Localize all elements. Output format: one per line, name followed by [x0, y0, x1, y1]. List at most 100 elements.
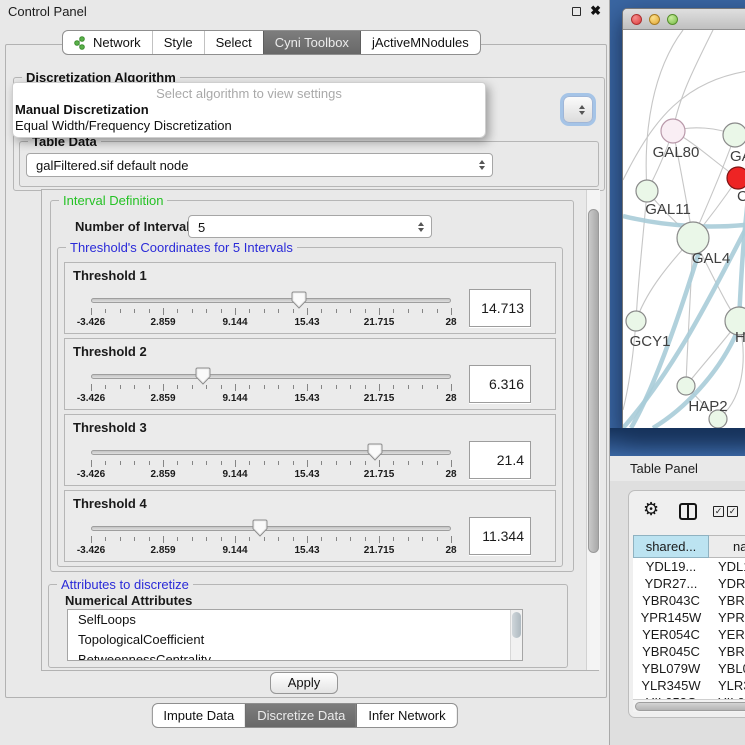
network-node-gcy1[interactable]	[626, 311, 646, 331]
algorithm-option-manual-discretization[interactable]: Manual Discretization	[15, 102, 487, 118]
scrollbar-thumb[interactable]	[512, 612, 521, 638]
tab-network[interactable]: Network	[63, 31, 152, 54]
tab-cyni-toolbox[interactable]: Cyni Toolbox	[263, 31, 360, 54]
tab-label: Style	[164, 31, 193, 54]
table-row[interactable]: YDL19...YDL1	[633, 558, 745, 575]
table-cell-name[interactable]: YER0	[709, 626, 745, 643]
table-row[interactable]: YDR27...YDR2	[633, 575, 745, 592]
tick-mark	[235, 536, 236, 543]
table-data-combobox[interactable]: galFiltered.sif default node	[26, 153, 493, 177]
number-of-intervals-combobox[interactable]: 5	[188, 215, 432, 238]
table-row[interactable]: YBL079WYBL0	[633, 660, 745, 677]
network-node-gal11[interactable]	[636, 180, 658, 202]
scrollbar-thumb[interactable]	[635, 702, 745, 711]
table-cell-name[interactable]: YDR2	[709, 575, 745, 592]
traffic-light-close-icon[interactable]	[631, 14, 642, 25]
table-cell-shared-name[interactable]: YPR145W	[633, 609, 709, 626]
mode-tab-discretize-data[interactable]: Discretize Data	[245, 704, 356, 727]
network-view[interactable]: GAL80GACGAL11GAL4GCY1HHAP2	[623, 30, 745, 428]
threshold-value-field[interactable]: 21.4	[469, 441, 531, 479]
tick-mark	[221, 309, 222, 313]
slider-handle[interactable]	[252, 519, 268, 538]
tick-label: 21.715	[364, 545, 395, 556]
column-header-name[interactable]: na	[709, 535, 745, 558]
tick-mark	[221, 461, 222, 465]
table-row[interactable]: YBR043CYBR0	[633, 592, 745, 609]
slider-handle[interactable]	[367, 443, 383, 462]
table-cell-shared-name[interactable]: YBL079W	[633, 660, 709, 677]
network-node-gal80[interactable]	[661, 119, 685, 143]
attribute-item-topologicalcoefficient[interactable]: TopologicalCoefficient	[68, 630, 522, 650]
column-header-shared-name[interactable]: shared...	[633, 535, 709, 558]
slider-track	[91, 450, 451, 455]
slider-handle[interactable]	[291, 291, 307, 310]
network-window-titlebar[interactable]	[623, 9, 745, 30]
attribute-list[interactable]: SelfLoopsTopologicalCoefficientBetweenne…	[67, 609, 523, 661]
split-panel-icon[interactable]	[679, 503, 697, 520]
float-icon[interactable]	[572, 7, 581, 16]
slider-handle[interactable]	[195, 367, 211, 386]
tab-style[interactable]: Style	[152, 31, 204, 54]
tick-mark	[293, 385, 294, 389]
gear-icon[interactable]: ⚙	[643, 500, 659, 518]
algorithm-option-equal-width-frequency-discretization[interactable]: Equal Width/Frequency Discretization	[15, 118, 487, 134]
table-row[interactable]: YER054CYER0	[633, 626, 745, 643]
table-cell-name[interactable]: YBR0	[709, 643, 745, 660]
slider-tick-labels: -3.4262.8599.14415.4321.71528	[91, 317, 451, 329]
table-row[interactable]: YPR145WYPR1	[633, 609, 745, 626]
threshold-slider-3[interactable]: -3.4262.8599.14415.4321.71528	[91, 441, 451, 485]
apply-button[interactable]: Apply	[270, 672, 338, 694]
table-cell-name[interactable]: YLR3	[709, 677, 745, 694]
table-cell-name[interactable]: YBL0	[709, 660, 745, 677]
attribute-item-betweennesscentrality[interactable]: BetweennessCentrality	[68, 650, 522, 661]
tick-label: -3.426	[77, 317, 105, 328]
traffic-light-zoom-icon[interactable]	[667, 14, 678, 25]
scrollbar-thumb[interactable]	[588, 209, 599, 553]
network-window[interactable]: GAL80GACGAL11GAL4GCY1HHAP2	[622, 8, 745, 428]
threshold-slider-2[interactable]: -3.4262.8599.14415.4321.71528	[91, 365, 451, 409]
table-cell-shared-name[interactable]: YBR045C	[633, 643, 709, 660]
table-row[interactable]: YLR345WYLR3	[633, 677, 745, 694]
tick-mark	[91, 536, 92, 543]
table-cell-shared-name[interactable]: YDR27...	[633, 575, 709, 592]
table-cell-name[interactable]: YPR1	[709, 609, 745, 626]
table-cell-shared-name[interactable]: YBR043C	[633, 592, 709, 609]
number-of-intervals-label: Number of Intervals	[75, 219, 197, 234]
traffic-light-minimize-icon[interactable]	[649, 14, 660, 25]
table-cell-name[interactable]: YBR0	[709, 592, 745, 609]
attribute-item-selfloops[interactable]: SelfLoops	[68, 610, 522, 630]
table-cell-shared-name[interactable]: YER054C	[633, 626, 709, 643]
tick-label: 15.43	[294, 317, 319, 328]
tick-mark	[422, 537, 423, 541]
tick-mark	[278, 385, 279, 389]
mode-tab-infer-network[interactable]: Infer Network	[356, 704, 456, 727]
network-node-hap2[interactable]	[677, 377, 695, 395]
algorithm-combobox[interactable]	[563, 96, 593, 123]
threshold-value-field[interactable]: 14.713	[469, 289, 531, 327]
close-icon[interactable]: ✖	[590, 3, 601, 19]
network-node[interactable]	[723, 123, 745, 147]
mode-tab-impute-data[interactable]: Impute Data	[152, 704, 245, 727]
table-cell-name[interactable]: YDL1	[709, 558, 745, 575]
settings-scrollbar[interactable]	[586, 190, 600, 670]
network-node[interactable]	[727, 167, 745, 189]
tick-mark	[393, 537, 394, 541]
tick-mark	[105, 309, 106, 313]
tab-select[interactable]: Select	[204, 31, 263, 54]
attribute-list-scrollbar[interactable]	[510, 610, 522, 660]
threshold-label: Threshold 2	[73, 344, 147, 359]
show-columns-icon[interactable]: ✓ ✓	[713, 506, 738, 517]
threshold-slider-4[interactable]: -3.4262.8599.14415.4321.71528	[91, 517, 451, 561]
threshold-value-field[interactable]: 6.316	[469, 365, 531, 403]
tick-mark	[365, 461, 366, 465]
tick-mark	[120, 461, 121, 465]
tab-jactivemnodules[interactable]: jActiveMNodules	[360, 31, 480, 54]
table-cell-shared-name[interactable]: YDL19...	[633, 558, 709, 575]
table-hscrollbar[interactable]	[633, 699, 745, 712]
table-row[interactable]: YBR045CYBR0	[633, 643, 745, 660]
threshold-value-field[interactable]: 11.344	[469, 517, 531, 555]
table-cell-shared-name[interactable]: YLR345W	[633, 677, 709, 694]
tick-mark	[336, 309, 337, 313]
tick-mark	[365, 537, 366, 541]
threshold-slider-1[interactable]: -3.4262.8599.14415.4321.71528	[91, 289, 451, 333]
